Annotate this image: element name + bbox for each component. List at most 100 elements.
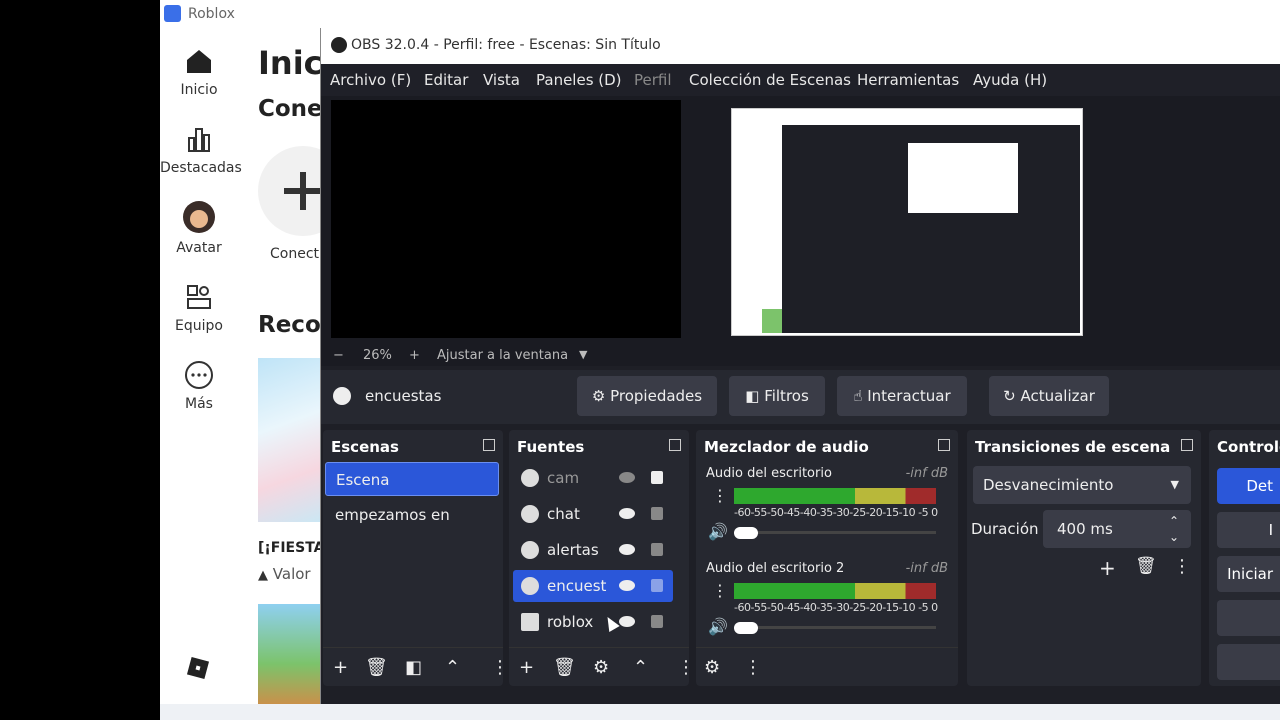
- nav-destacadas[interactable]: Destacadas: [160, 124, 242, 176]
- nav-home-label: Inicio: [180, 82, 218, 98]
- control-button-1[interactable]: Det: [1217, 468, 1280, 504]
- volume-slider-track[interactable]: [734, 531, 936, 534]
- controls-dock: Controle Det I Iniciar: [1209, 430, 1280, 686]
- source-item-cam[interactable]: cam: [513, 462, 673, 494]
- speaker-icon[interactable]: 🔊: [708, 617, 728, 636]
- zoom-fit-select[interactable]: Ajustar a la ventana: [437, 348, 568, 363]
- add-icon[interactable]: +: [519, 657, 534, 678]
- menu-ayuda[interactable]: Ayuda (H): [973, 71, 1047, 89]
- eye-icon[interactable]: [619, 580, 635, 591]
- menu-perfil[interactable]: Perfil: [634, 71, 672, 89]
- add-icon[interactable]: +: [333, 657, 348, 678]
- chevron-down-icon[interactable]: ⌄: [1169, 518, 1179, 556]
- connect-label: Conect: [270, 246, 320, 262]
- group-icon: [187, 285, 211, 309]
- zoom-in-button[interactable]: +: [409, 348, 420, 363]
- move-up-icon[interactable]: ⌃: [445, 657, 460, 678]
- more-vertical-icon[interactable]: ⋮: [712, 581, 728, 600]
- obs-logo-icon: [331, 37, 347, 53]
- more-vertical-icon[interactable]: ⋮: [677, 657, 695, 678]
- more-vertical-icon[interactable]: ⋮: [491, 657, 509, 678]
- volume-slider-track[interactable]: [734, 626, 936, 629]
- menu-archivo[interactable]: Archivo (F): [330, 71, 411, 89]
- monitor-icon: [521, 613, 539, 631]
- volume-slider-knob[interactable]: [734, 622, 758, 634]
- sources-dock: Fuentes cam chat alertas encuest roblox …: [509, 430, 695, 686]
- audio-mixer-title: Mezclador de audio: [704, 438, 869, 456]
- move-up-icon[interactable]: ⌃: [633, 657, 648, 678]
- more-vertical-icon[interactable]: ⋮: [1173, 556, 1191, 577]
- popout-icon[interactable]: [938, 439, 950, 451]
- menu-paneles[interactable]: Paneles (D): [536, 71, 622, 89]
- source-item-chat[interactable]: chat: [513, 498, 673, 530]
- more-vertical-icon[interactable]: ⋮: [712, 486, 728, 505]
- roblox-titlebar: Roblox: [160, 0, 1280, 28]
- eye-icon[interactable]: [619, 544, 635, 555]
- refresh-button[interactable]: ↻ Actualizar: [989, 376, 1109, 416]
- filter-icon[interactable]: ◧: [405, 657, 422, 678]
- trash-icon[interactable]: 🗑: [365, 657, 388, 678]
- eye-icon[interactable]: [619, 508, 635, 519]
- menu-herramientas[interactable]: Herramientas: [857, 71, 959, 89]
- popout-icon[interactable]: [669, 439, 681, 451]
- zoom-out-button[interactable]: −: [333, 348, 344, 363]
- popout-icon[interactable]: [1181, 439, 1193, 451]
- control-button-3[interactable]: Iniciar: [1217, 556, 1280, 592]
- chevron-down-icon[interactable]: ▼: [579, 348, 587, 361]
- filters-button[interactable]: ◧ Filtros: [729, 376, 825, 416]
- lock-icon[interactable]: [651, 471, 663, 484]
- trash-icon[interactable]: 🗑: [1135, 556, 1157, 576]
- scenes-dock: Escenas Escena empezamos en + 🗑 ◧ ⌃ ⋮: [323, 430, 509, 686]
- lock-icon[interactable]: [651, 579, 663, 592]
- section-title-connections: Cone: [258, 96, 323, 122]
- scenes-dock-title: Escenas: [331, 438, 399, 456]
- more-vertical-icon[interactable]: ⋮: [744, 657, 762, 678]
- menu-vista[interactable]: Vista: [483, 71, 520, 89]
- source-name: roblox: [547, 613, 594, 631]
- scene-item-escena[interactable]: Escena: [325, 462, 499, 496]
- plus-icon: [284, 172, 322, 210]
- scene-item-empezamos[interactable]: empezamos en: [325, 498, 499, 532]
- eye-hidden-icon[interactable]: [619, 472, 635, 483]
- eye-icon[interactable]: [619, 616, 635, 627]
- nav-mas[interactable]: Más: [160, 360, 238, 412]
- roblox-window-title: Roblox: [188, 6, 235, 22]
- nav-avatar[interactable]: Avatar: [160, 200, 238, 256]
- pointer-icon: ☝: [853, 387, 863, 405]
- menu-editar[interactable]: Editar: [424, 71, 468, 89]
- nav-equipo[interactable]: Equipo: [160, 282, 238, 334]
- lock-icon[interactable]: [651, 543, 663, 556]
- lock-icon[interactable]: [651, 507, 663, 520]
- duration-spinbox[interactable]: 400 ms ⌃ ⌄: [1043, 510, 1191, 548]
- menu-coleccion-escenas[interactable]: Colección de Escenas: [689, 71, 851, 89]
- source-item-alertas[interactable]: alertas: [513, 534, 673, 566]
- volume-slider-knob[interactable]: [734, 527, 758, 539]
- trash-icon[interactable]: 🗑: [553, 657, 576, 678]
- control-button-2[interactable]: I: [1217, 512, 1280, 548]
- gear-icon[interactable]: ⚙: [593, 657, 609, 678]
- volume-meter: [734, 583, 936, 599]
- control-button-5[interactable]: [1217, 644, 1280, 680]
- properties-button[interactable]: ⚙ Propiedades: [577, 376, 717, 416]
- avatar-icon: [183, 201, 215, 233]
- meter-scale: -60-55-50-45-40-35-30-25-20-15-10 -5 0: [734, 601, 938, 614]
- preview-screen-capture[interactable]: [731, 108, 1083, 336]
- interact-button[interactable]: ☝ Interactuar: [837, 376, 967, 416]
- source-item-encuestas[interactable]: encuest: [513, 570, 673, 602]
- game-card-title[interactable]: [¡FIESTA: [258, 540, 325, 556]
- gear-icon[interactable]: ⚙: [704, 657, 720, 678]
- game-card-thumbnail[interactable]: [258, 358, 328, 522]
- source-item-roblox[interactable]: roblox: [513, 606, 673, 638]
- add-icon[interactable]: +: [1099, 556, 1116, 580]
- popout-icon[interactable]: [483, 439, 495, 451]
- nav-home[interactable]: Inicio: [160, 46, 238, 98]
- control-button-2-label: I: [1268, 521, 1273, 539]
- lock-icon[interactable]: [651, 615, 663, 628]
- globe-icon: [521, 505, 539, 523]
- sources-toolbar: + 🗑 ⚙ ⌃ ⋮: [509, 647, 695, 686]
- control-button-4[interactable]: [1217, 600, 1280, 636]
- transition-select[interactable]: Desvanecimiento ▼: [973, 466, 1191, 504]
- speaker-icon[interactable]: 🔊: [708, 522, 728, 541]
- game-card-thumbnail-2[interactable]: [258, 604, 328, 704]
- globe-icon: [521, 469, 539, 487]
